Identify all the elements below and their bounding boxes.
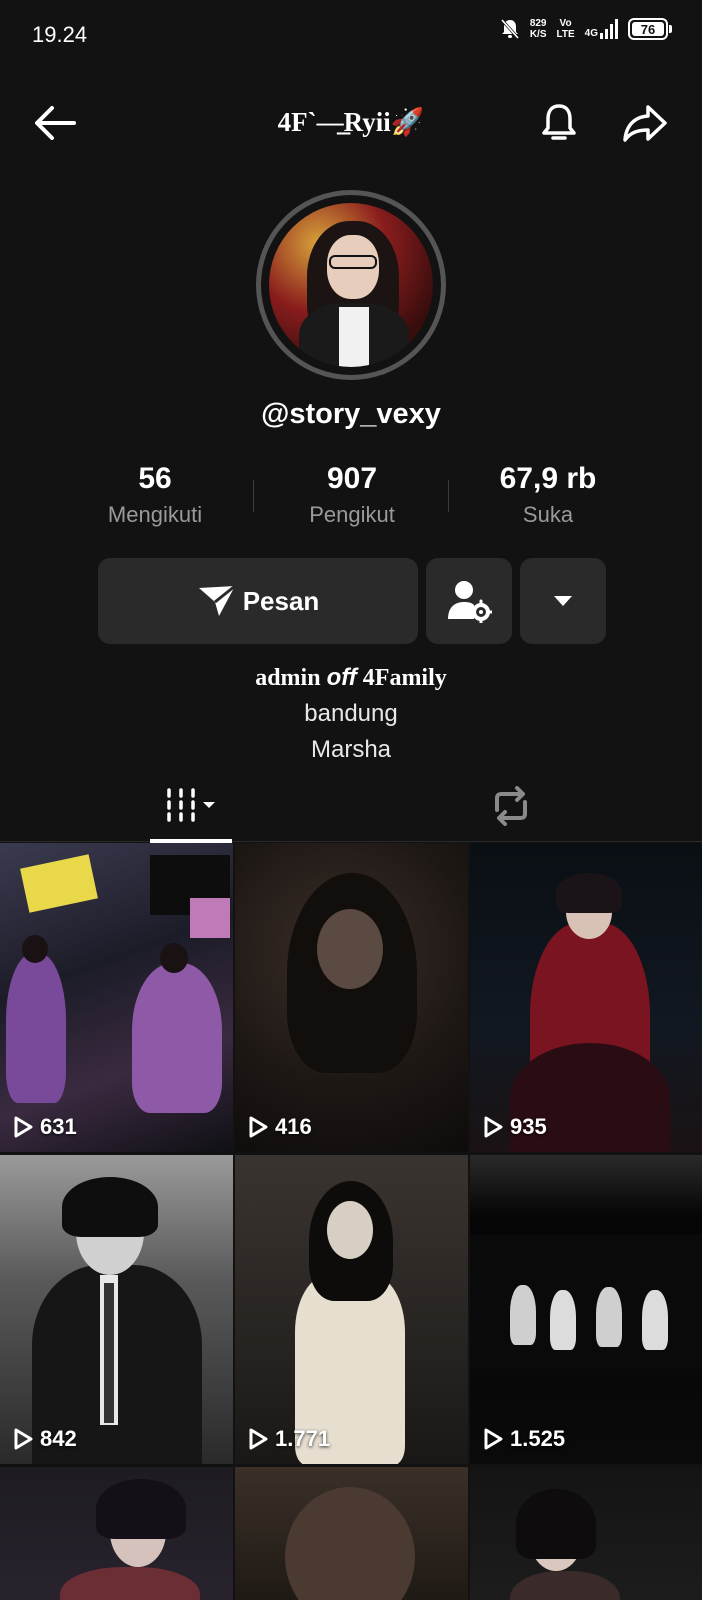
stat-label: Pengikut bbox=[309, 502, 395, 527]
bio-line-2: bandung bbox=[304, 700, 398, 727]
status-icons: 829 K/S Vo LTE 4G 76 bbox=[500, 18, 672, 40]
repost-icon bbox=[495, 786, 527, 826]
view-count: 631 bbox=[12, 1114, 77, 1140]
video-grid: 631 416 935 842 1.771 1.525 bbox=[0, 843, 702, 1600]
signal-icon bbox=[600, 19, 618, 39]
bio-line-3: Marsha bbox=[310, 736, 392, 763]
view-count: 1.525 bbox=[482, 1426, 565, 1452]
share-icon bbox=[623, 105, 667, 142]
network-type: 4G bbox=[584, 28, 598, 39]
profile-header: 4F`—̲Ryii🚀 bbox=[0, 88, 702, 158]
notification-button[interactable] bbox=[534, 98, 584, 148]
battery-indicator: 76 bbox=[628, 18, 672, 40]
video-thumbnail[interactable]: 842 bbox=[0, 1155, 233, 1464]
tab-videos[interactable] bbox=[150, 770, 232, 843]
avatar[interactable] bbox=[269, 203, 433, 367]
caret-down-icon bbox=[554, 596, 572, 606]
video-thumbnail[interactable]: 935 bbox=[470, 843, 702, 1152]
play-icon bbox=[14, 1116, 33, 1138]
grid-icon bbox=[167, 788, 215, 822]
stat-value: 56 bbox=[138, 462, 172, 495]
play-icon bbox=[249, 1428, 268, 1450]
bio-line-1: admin off 4Family bbox=[255, 664, 447, 691]
status-bar: 19.24 829 K/S Vo LTE 4G 76 bbox=[0, 0, 702, 72]
view-count: 842 bbox=[12, 1426, 77, 1452]
stat-followers[interactable]: 907 Pengikut bbox=[242, 462, 462, 528]
view-count: 935 bbox=[482, 1114, 547, 1140]
more-options-button[interactable] bbox=[520, 558, 606, 644]
stat-likes[interactable]: 67,9 rb Suka bbox=[438, 462, 658, 528]
signal-indicator: 4G bbox=[585, 19, 618, 39]
battery-level: 76 bbox=[632, 22, 664, 37]
video-thumbnail[interactable] bbox=[235, 1467, 468, 1600]
stat-following[interactable]: 56 Mengikuti bbox=[45, 462, 265, 528]
video-thumbnail[interactable]: 1.771 bbox=[235, 1155, 468, 1464]
play-icon bbox=[249, 1116, 268, 1138]
video-thumbnail[interactable] bbox=[470, 1467, 702, 1600]
tab-reposts[interactable] bbox=[470, 770, 552, 842]
share-button[interactable] bbox=[618, 98, 672, 148]
stat-label: Mengikuti bbox=[107, 502, 203, 527]
send-icon bbox=[198, 584, 236, 616]
stat-value: 67,9 rb bbox=[499, 462, 597, 495]
video-thumbnail[interactable] bbox=[0, 1467, 233, 1600]
view-count: 416 bbox=[247, 1114, 312, 1140]
video-thumbnail[interactable]: 1.525 bbox=[470, 1155, 702, 1464]
volte-indicator: Vo LTE bbox=[556, 18, 575, 40]
net-speed: 829 K/S bbox=[529, 18, 547, 40]
play-icon bbox=[484, 1116, 503, 1138]
profile-bio: admin off 4Family bandung Marsha bbox=[0, 664, 702, 764]
video-thumbnail[interactable]: 416 bbox=[235, 843, 468, 1152]
stat-value: 907 bbox=[326, 462, 378, 495]
message-label: Pesan bbox=[242, 585, 320, 616]
page-title: 4F`—̲Ryii🚀 bbox=[277, 107, 425, 137]
play-icon bbox=[484, 1428, 503, 1450]
bell-icon bbox=[542, 104, 576, 140]
content-tabs bbox=[0, 770, 702, 843]
username: @story_vexy bbox=[261, 398, 441, 430]
profile-stats: 56 Mengikuti 907 Pengikut 67,9 rb Suka bbox=[0, 462, 702, 532]
view-count: 1.771 bbox=[247, 1426, 330, 1452]
video-thumbnail[interactable]: 631 bbox=[0, 843, 233, 1152]
play-icon bbox=[14, 1428, 33, 1450]
stat-label: Suka bbox=[522, 502, 574, 527]
add-friend-button[interactable] bbox=[426, 558, 512, 644]
user-settings-icon bbox=[448, 581, 492, 623]
mute-bell-icon bbox=[500, 19, 519, 39]
message-button[interactable]: Pesan bbox=[98, 558, 418, 644]
avatar-ring[interactable] bbox=[256, 190, 446, 380]
status-time: 19.24 bbox=[32, 22, 88, 47]
